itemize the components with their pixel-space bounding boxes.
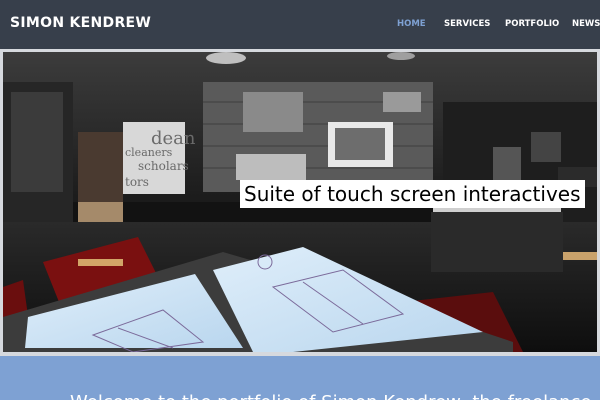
wall-text-2: cleaners [125, 146, 173, 159]
site-header: SIMON KENDREW HOME SERVICES PORTFOLIO NE… [0, 0, 600, 49]
main-nav: HOME SERVICES PORTFOLIO NEWS [0, 19, 600, 31]
hero-image[interactable]: dean cleaners scholars tors Suite of tou… [3, 52, 597, 352]
nav-home[interactable]: HOME [397, 19, 426, 29]
nav-services[interactable]: SERVICES [444, 19, 490, 29]
hero-slider: dean cleaners scholars tors Suite of tou… [0, 49, 600, 356]
welcome-section: Welcome to the portfolio of Simon Kendre… [0, 356, 600, 400]
slide-caption: Suite of touch screen interactives [240, 180, 585, 208]
nav-portfolio[interactable]: PORTFOLIO [505, 19, 559, 29]
wall-text-3: scholars [138, 159, 189, 173]
wall-text-4: tors [125, 175, 149, 189]
welcome-heading: Welcome to the portfolio of Simon Kendre… [70, 392, 592, 400]
nav-news[interactable]: NEWS [572, 19, 600, 29]
